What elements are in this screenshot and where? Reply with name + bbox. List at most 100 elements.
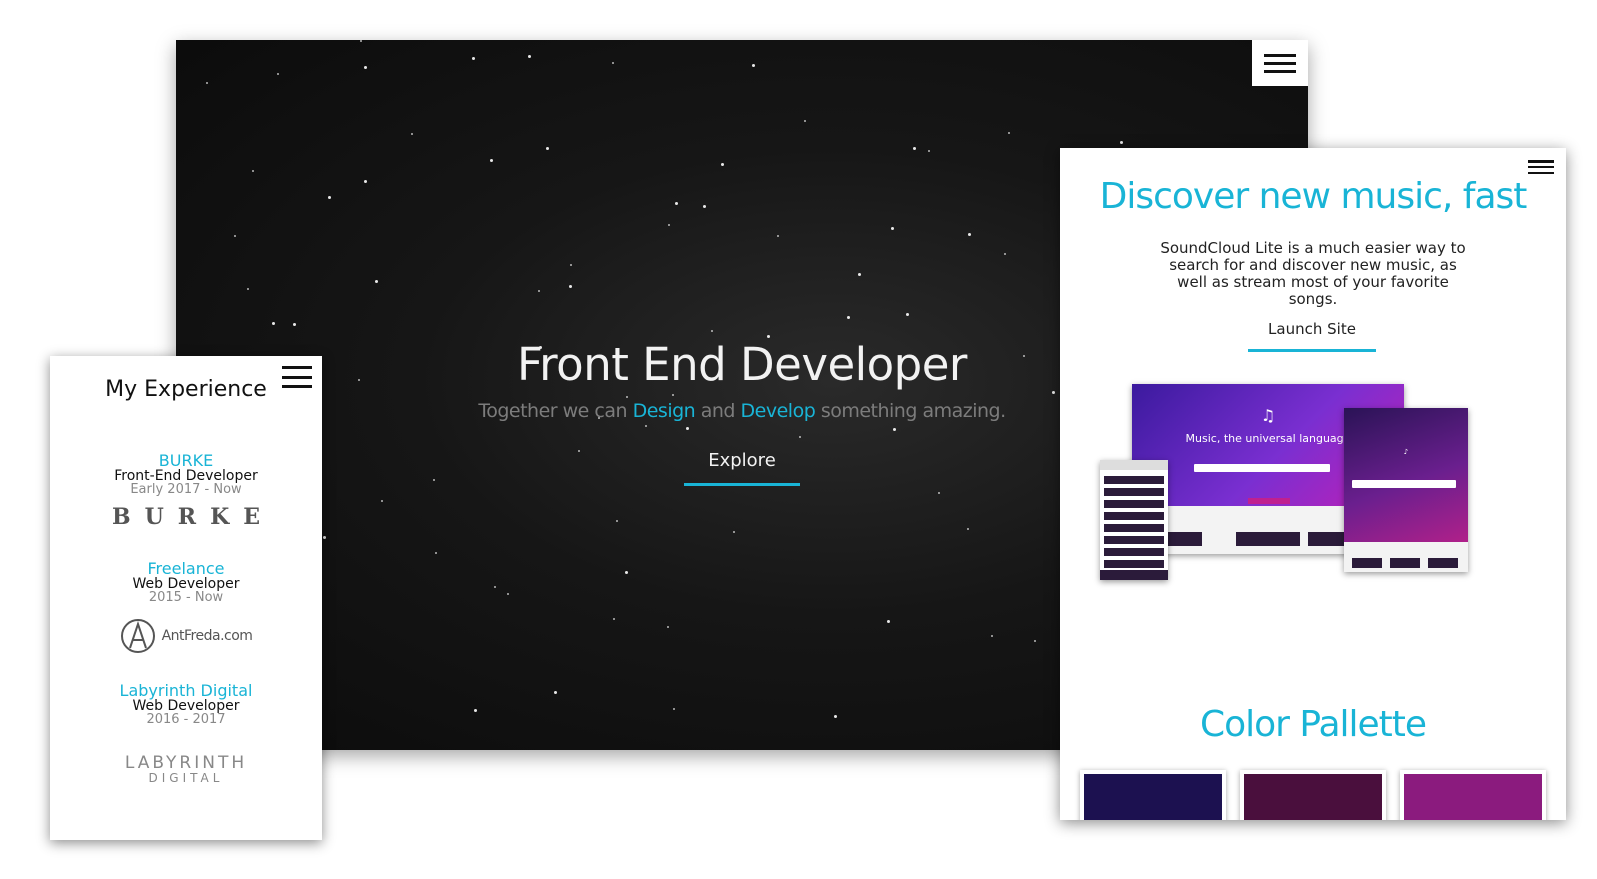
job-company: BURKE [158, 451, 214, 470]
star [546, 147, 549, 150]
star [938, 492, 940, 494]
labyrinth-logo-sub: DIGITAL [148, 771, 224, 785]
star [616, 520, 618, 522]
star [673, 708, 675, 710]
star [711, 330, 713, 332]
job-entry: Freelance Web Developer 2015 - Now AntFr… [50, 560, 322, 654]
star [528, 55, 531, 58]
swatch-3 [1400, 770, 1546, 820]
star [411, 133, 413, 135]
tablet-screenshot: ♪ [1344, 408, 1468, 572]
star [804, 120, 806, 122]
star [323, 536, 326, 539]
star [777, 235, 779, 237]
star [494, 586, 496, 588]
star [293, 323, 296, 326]
star [364, 180, 367, 183]
star [206, 82, 208, 84]
star [1008, 132, 1010, 134]
star [675, 202, 678, 205]
star [569, 285, 572, 288]
star [626, 396, 628, 398]
star [252, 170, 254, 172]
star [703, 205, 706, 208]
job-entry: Labyrinth Digital Web Developer 2016 - 2… [50, 682, 322, 786]
antfreda-logo-text: AntFreda.com [161, 628, 253, 644]
star [277, 73, 279, 75]
hamburger-menu-icon[interactable] [1528, 160, 1554, 174]
star [490, 159, 493, 162]
star [968, 233, 971, 236]
job-dates: 2015 - Now [148, 590, 224, 605]
star [891, 227, 894, 230]
hamburger-menu-icon[interactable] [282, 366, 312, 388]
job-company: Labyrinth Digital [119, 681, 253, 700]
launch-site-button[interactable]: Launch Site [1248, 320, 1376, 352]
star [991, 635, 993, 637]
star [554, 691, 557, 694]
tagline-develop: Develop [740, 400, 816, 422]
star [1004, 253, 1006, 255]
job-dates: Early 2017 - Now [130, 482, 242, 497]
star [967, 528, 969, 530]
star [507, 593, 509, 595]
star [1052, 391, 1055, 394]
star [928, 150, 930, 152]
star [234, 235, 236, 237]
star [433, 479, 435, 481]
tagline-pre: Together we can [478, 400, 628, 422]
tagline-design: Design [632, 400, 696, 422]
labyrinth-logo-text: LABYRINTH [124, 753, 248, 773]
burke-logo: BURKE [112, 504, 274, 530]
experience-mobile-mockup: My Experience BURKE Front-End Developer … [50, 356, 322, 840]
device-screenshots: ♫ Music, the universal language ♪ [1060, 384, 1566, 594]
job-entry: BURKE Front-End Developer Early 2017 - N… [50, 452, 322, 530]
palette-title: Color Pallette [1199, 704, 1427, 745]
star [613, 618, 615, 620]
star [799, 436, 801, 438]
tagline-post: something amazing. [820, 400, 1006, 422]
star [672, 394, 674, 396]
job-company: Freelance [147, 559, 225, 578]
star [834, 715, 837, 718]
swatch-2 [1240, 770, 1386, 820]
sc-description: SoundCloud Lite is a much easier way to … [1160, 239, 1466, 308]
star [906, 313, 909, 316]
star [360, 40, 362, 42]
star [570, 264, 572, 266]
star [752, 64, 755, 67]
star [328, 196, 331, 199]
tagline-and: and [700, 400, 736, 422]
star [474, 709, 477, 712]
star [858, 273, 861, 276]
star [645, 425, 647, 427]
swatch-1 [1080, 770, 1226, 820]
star [1034, 640, 1036, 642]
star [247, 288, 249, 290]
star [625, 571, 628, 574]
labyrinth-logo: LABYRINTH DIGITAL [50, 753, 322, 786]
star [272, 322, 275, 325]
star [893, 428, 896, 431]
star [538, 290, 540, 292]
antfreda-logo: AntFreda.com [50, 618, 322, 654]
star [847, 316, 850, 319]
star [435, 552, 437, 554]
soundcloud-lite-mockup: Discover new music, fast SoundCloud Lite… [1060, 148, 1566, 820]
star [375, 280, 378, 283]
star [686, 427, 689, 430]
hamburger-menu-icon[interactable] [1252, 40, 1308, 86]
star [668, 224, 670, 226]
star [612, 62, 614, 64]
sc-title: Discover new music, fast [1099, 176, 1528, 217]
star [887, 620, 890, 623]
antfreda-logo-icon [120, 619, 155, 653]
phone-screenshot [1100, 460, 1168, 580]
star [1120, 141, 1123, 144]
star [733, 531, 735, 533]
star [913, 147, 916, 150]
star [381, 500, 383, 502]
star [667, 626, 669, 628]
star [472, 57, 475, 60]
explore-button[interactable]: Explore [684, 450, 800, 486]
